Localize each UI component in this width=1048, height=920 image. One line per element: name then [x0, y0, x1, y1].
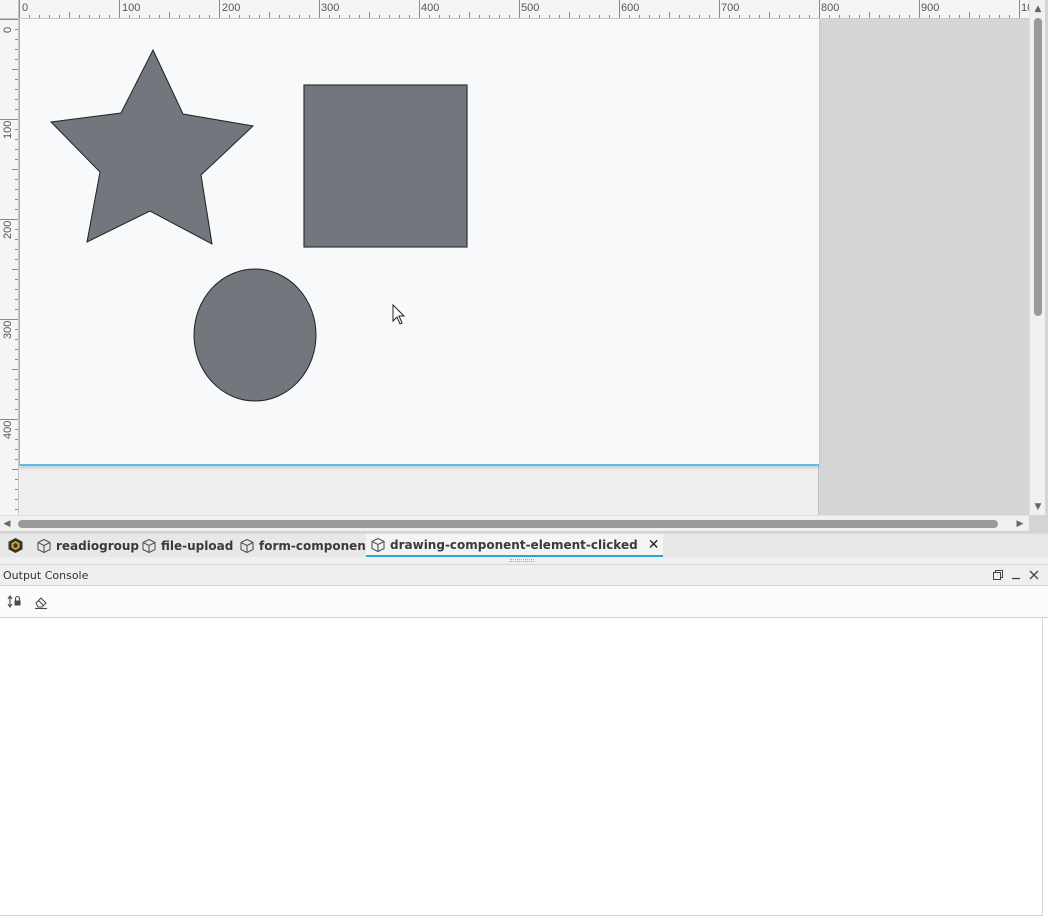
splitter-grip-icon[interactable]	[510, 559, 534, 562]
scroll-lock-icon[interactable]	[6, 593, 24, 611]
circle-shape[interactable]	[193, 268, 317, 402]
restore-window-icon[interactable]	[991, 568, 1005, 582]
eraser-icon[interactable]	[32, 593, 50, 611]
hruler-label-700: 700	[721, 2, 740, 14]
scroll-up-icon[interactable]: ▲	[1032, 4, 1044, 14]
canvas-overflow-area	[19, 466, 819, 515]
tab-readiogroup[interactable]: readiogroup	[36, 534, 139, 557]
console-toolbar	[0, 586, 1048, 618]
hruler-label-400: 400	[421, 2, 440, 14]
hruler-label-100: 100	[122, 2, 141, 14]
mouse-cursor-icon	[392, 303, 406, 325]
hruler-label-600: 600	[621, 2, 640, 14]
tab-label: readiogroup	[56, 538, 139, 553]
drawing-shapes[interactable]	[20, 19, 820, 466]
close-tab-icon[interactable]: ✕	[648, 537, 660, 553]
vertical-scroll-thumb[interactable]	[1034, 18, 1042, 316]
document-tab-bar: readiogroup file-upload form-component d…	[0, 533, 1048, 557]
cube-icon	[240, 538, 254, 553]
designer-area: 0 100 200 300 400 500 600 700 800 900 10…	[0, 0, 1048, 533]
output-console-panel: Output Console	[0, 564, 1048, 920]
horizontal-scroll-thumb[interactable]	[18, 520, 998, 528]
hruler-label-300: 300	[321, 2, 340, 14]
hruler-label-200: 200	[222, 2, 241, 14]
square-shape[interactable]	[303, 84, 468, 248]
vertical-scrollbar[interactable]: ▲ ▼	[1029, 0, 1045, 515]
vruler-label-400: 400	[2, 420, 14, 439]
vertical-ruler-ticks	[0, 19, 18, 510]
minimize-icon[interactable]	[1009, 568, 1023, 582]
console-title: Output Console	[3, 569, 89, 582]
vruler-label-300: 300	[2, 320, 14, 339]
horizontal-ruler: 0 100 200 300 400 500 600 700 800 900 10	[19, 0, 1029, 19]
horizontal-scrollbar[interactable]: ◀ ▶	[0, 515, 1029, 531]
tab-label: form-component	[259, 538, 372, 553]
hruler-label-1000: 10	[1021, 2, 1029, 14]
console-header: Output Console	[0, 565, 1048, 586]
star-shape[interactable]	[49, 48, 255, 245]
scroll-down-icon[interactable]: ▼	[1032, 502, 1044, 512]
hruler-label-800: 800	[821, 2, 840, 14]
vruler-label-0: 0	[2, 26, 14, 33]
scroll-right-icon[interactable]: ▶	[1014, 519, 1026, 529]
app-logo-icon[interactable]	[7, 537, 24, 554]
hruler-label-900: 900	[921, 2, 940, 14]
tab-file-upload[interactable]: file-upload	[141, 534, 233, 557]
cube-icon	[37, 538, 51, 553]
vruler-label-200: 200	[2, 220, 14, 239]
tab-label: drawing-component-element-clicked	[390, 537, 638, 552]
hruler-label-500: 500	[521, 2, 540, 14]
vertical-ruler: 0 100 200 300 400	[0, 19, 19, 515]
canvas-workarea[interactable]	[19, 19, 1029, 515]
scroll-left-icon[interactable]: ◀	[1, 519, 13, 529]
console-output-area[interactable]	[0, 618, 1043, 916]
vruler-label-100: 100	[2, 120, 14, 139]
tab-form-component[interactable]: form-component	[239, 534, 372, 557]
tab-drawing-component-element-clicked[interactable]: drawing-component-element-clicked ✕	[366, 534, 664, 557]
drawing-canvas[interactable]	[19, 19, 819, 466]
hruler-label-0: 0	[22, 2, 29, 14]
ruler-corner	[0, 0, 19, 19]
panel-splitter[interactable]	[0, 557, 1048, 564]
close-panel-icon[interactable]	[1027, 568, 1041, 582]
tab-label: file-upload	[161, 538, 234, 553]
cube-icon	[371, 537, 385, 552]
cube-icon	[142, 538, 156, 553]
